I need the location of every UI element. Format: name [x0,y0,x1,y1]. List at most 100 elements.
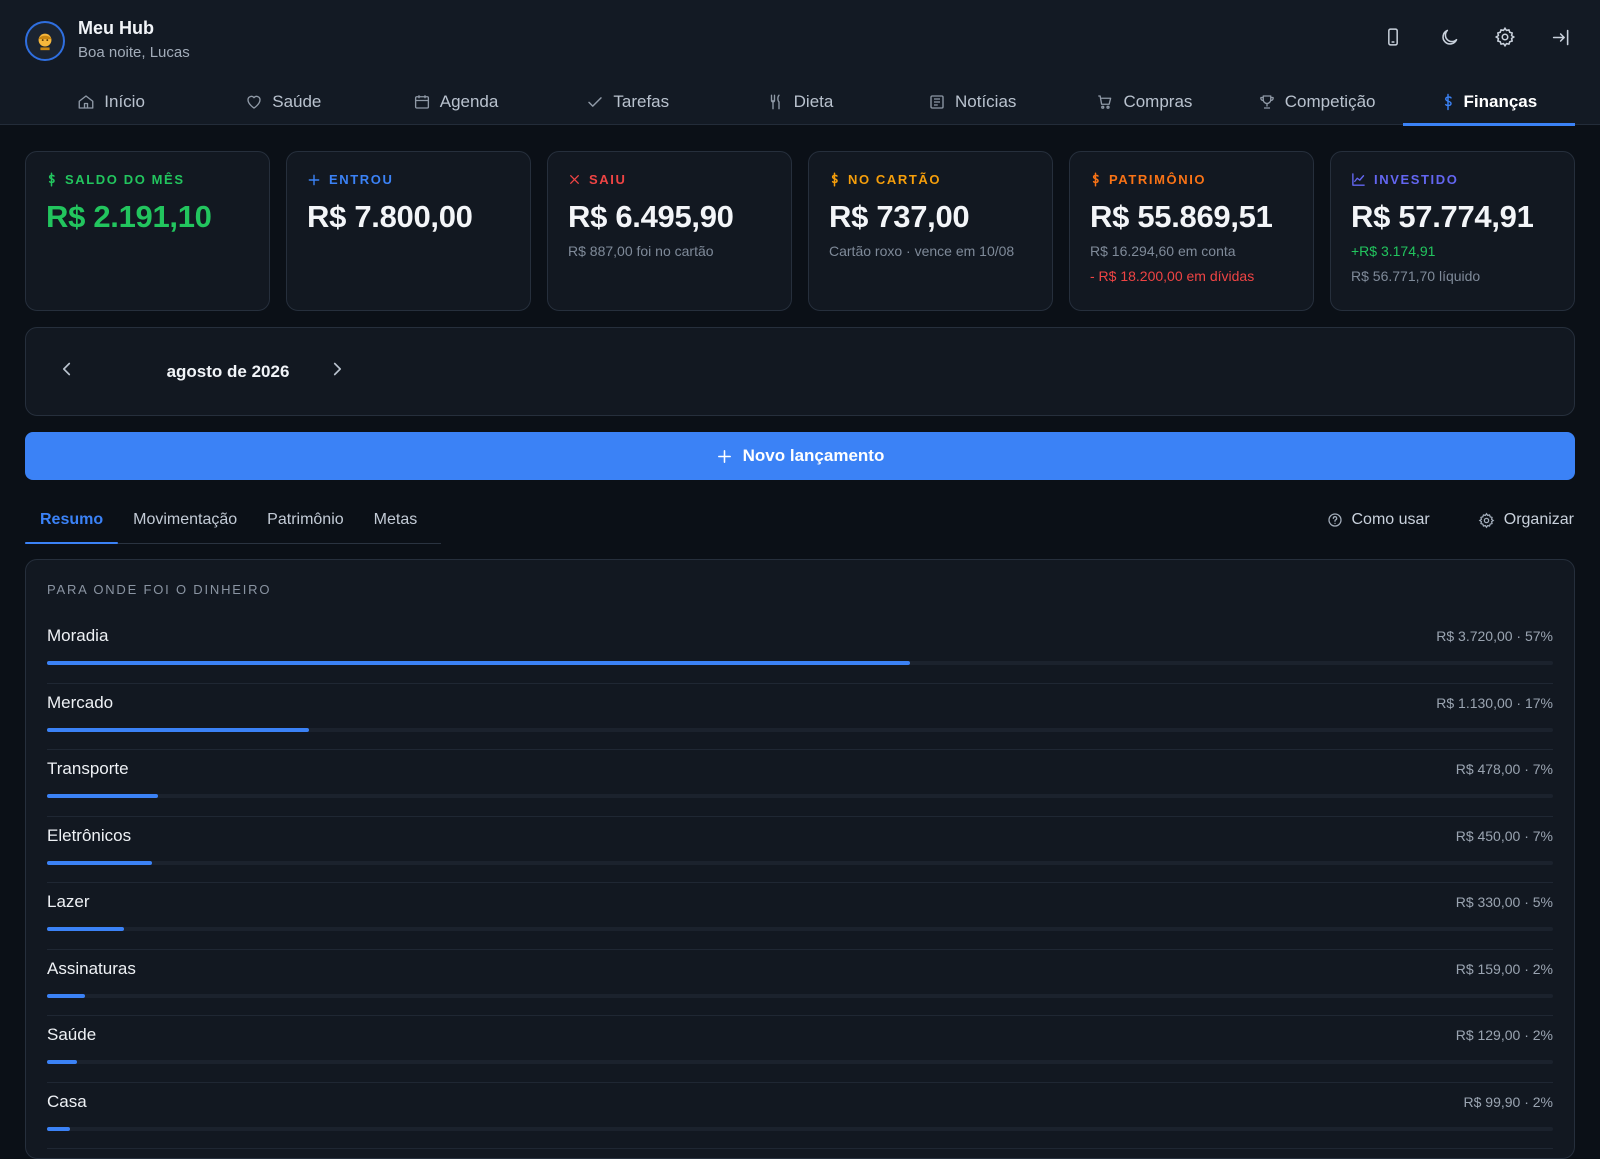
category-progress-bar [47,727,310,732]
gear-icon [1494,26,1516,48]
close-icon [570,175,579,184]
tab-dieta[interactable]: Dieta [714,79,886,125]
avatar[interactable] [25,20,65,61]
tab-resumo[interactable]: Resumo [25,498,119,544]
category-progress-track [47,794,1553,798]
card-subtext: R$ 56.771,70 líquido [1351,268,1481,284]
chart-line-icon [1352,173,1365,186]
tab-inicio[interactable]: Início [25,79,197,125]
tab-competicao[interactable]: Competição [1231,79,1403,125]
newspaper-icon [930,95,944,109]
avatar-icon [38,33,52,50]
organize-label: Organizar [1503,511,1574,528]
dollar-icon [1444,93,1452,111]
card-investido: INVESTIDO R$ 57.774,91 +R$ 3.174,91 R$ 5… [1330,151,1575,311]
category-amount: R$ 3.720,00 · 57% [1436,628,1553,644]
tab-metas[interactable]: Metas [359,498,433,543]
summary-cards: SALDO DO MÊS R$ 2.191,10 ENTROU R$ 7.800… [25,151,1575,311]
card-no-cartao: NO CARTÃO R$ 737,00 Cartão roxo · vence … [808,151,1053,311]
category-progress-track [47,993,1553,998]
category-row[interactable]: Assinaturas R$ 159,00 · 2% [47,950,1553,1016]
calendar-icon [414,95,429,109]
tab-patrimonio[interactable]: Patrimônio [252,498,358,543]
theme-toggle-button[interactable] [1436,24,1462,50]
category-progress-bar [47,1060,78,1064]
card-saiu: SAIU R$ 6.495,90 R$ 887,00 foi no cartão [547,151,792,311]
settings-button[interactable] [1492,24,1518,50]
plus-icon [308,174,320,185]
card-subtext: R$ 16.294,60 em conta [1090,243,1236,259]
category-progress-bar [47,993,85,998]
home-icon [78,95,94,109]
chevron-right-icon [333,362,342,376]
category-amount: R$ 450,00 · 7% [1455,827,1553,844]
help-circle-icon [1327,513,1342,527]
tab-noticias[interactable]: Notícias [886,79,1058,125]
utensils-icon [770,94,780,110]
category-amount: R$ 330,00 · 5% [1455,894,1553,910]
dollar-icon [1092,172,1099,187]
card-gain-text: +R$ 3.174,91 [1351,243,1436,259]
category-row[interactable]: Transporte R$ 478,00 · 7% [47,750,1553,817]
dollar-icon [48,172,55,187]
category-progress-bar [47,661,910,665]
greeting: Boa noite, Lucas [78,44,190,61]
category-name: Moradia [47,626,109,645]
previous-month-button[interactable] [56,358,78,385]
category-progress-bar [47,927,124,931]
logout-button[interactable] [1548,24,1574,50]
category-row[interactable]: Moradia R$ 3.720,00 · 57% [47,617,1553,684]
tab-label: Competição [1284,92,1376,111]
finance-tabs: Resumo Movimentação Patrimônio Metas [25,498,441,544]
section-title: PARA ONDE FOI O DINHEIRO [47,582,272,597]
card-label: INVESTIDO [1351,172,1554,187]
category-row[interactable]: Saúde R$ 129,00 · 2% [47,1016,1553,1083]
tab-label: Saúde [272,92,322,111]
category-row[interactable]: Lazer R$ 330,00 · 5% [47,883,1553,950]
trophy-icon [1260,95,1274,109]
category-progress-track [47,1060,1553,1064]
tab-saude[interactable]: Saúde [197,79,369,125]
category-amount: R$ 159,00 · 2% [1455,960,1553,977]
heart-icon [247,95,261,109]
next-month-button[interactable] [326,358,348,385]
tab-movimentacao[interactable]: Movimentação [118,498,252,543]
help-button[interactable]: Como usar [1327,511,1430,529]
plus-icon [717,449,731,463]
phone-button[interactable] [1380,24,1406,50]
category-row[interactable]: Mercado R$ 1.130,00 · 17% [47,684,1553,750]
card-patrimonio: PATRIMÔNIO R$ 55.869,51 R$ 16.294,60 em … [1069,151,1314,311]
organize-button[interactable]: Organizar [1478,511,1574,529]
check-icon [588,97,603,107]
tab-label: Tarefas [613,92,670,111]
tab-financas[interactable]: Finanças [1402,79,1576,126]
top-bar: Meu Hub Boa noite, Lucas Início Saúde Ag… [0,0,1600,126]
category-row[interactable]: Casa R$ 99,90 · 2% [47,1083,1553,1149]
card-value: R$ 737,00 [829,199,970,234]
main-nav: Início Saúde Agenda Tarefas Dieta Notíci… [25,79,1576,126]
category-amount: R$ 129,00 · 2% [1455,1027,1553,1043]
category-name: Mercado [47,692,114,712]
tab-compras[interactable]: Compras [1058,79,1230,125]
gear-icon [1478,512,1495,528]
tab-tarefas[interactable]: Tarefas [542,79,714,125]
category-progress-track [47,661,1553,665]
tab-label: Início [104,92,145,111]
card-subtext: R$ 887,00 foi no cartão [568,243,714,259]
category-row[interactable]: Eletrônicos R$ 450,00 · 7% [47,817,1553,883]
category-name: Transporte [47,759,129,778]
tab-agenda[interactable]: Agenda [369,79,541,125]
category-progress-bar [47,1126,70,1131]
card-subtext: Cartão roxo · vence em 10/08 [829,243,1015,259]
tab-label: Notícias [954,92,1017,111]
category-progress-track [47,860,1553,865]
card-value: R$ 7.800,00 [307,199,473,234]
logout-icon [1552,29,1568,45]
category-amount: R$ 1.130,00 · 17% [1436,694,1553,711]
card-saldo: SALDO DO MÊS R$ 2.191,10 [25,151,270,311]
phone-icon [1388,28,1398,46]
category-name: Eletrônicos [47,825,132,845]
new-entry-button[interactable]: Novo lançamento [25,432,1575,480]
tab-label: Finanças [1463,92,1538,111]
card-label: SALDO DO MÊS [46,172,249,187]
